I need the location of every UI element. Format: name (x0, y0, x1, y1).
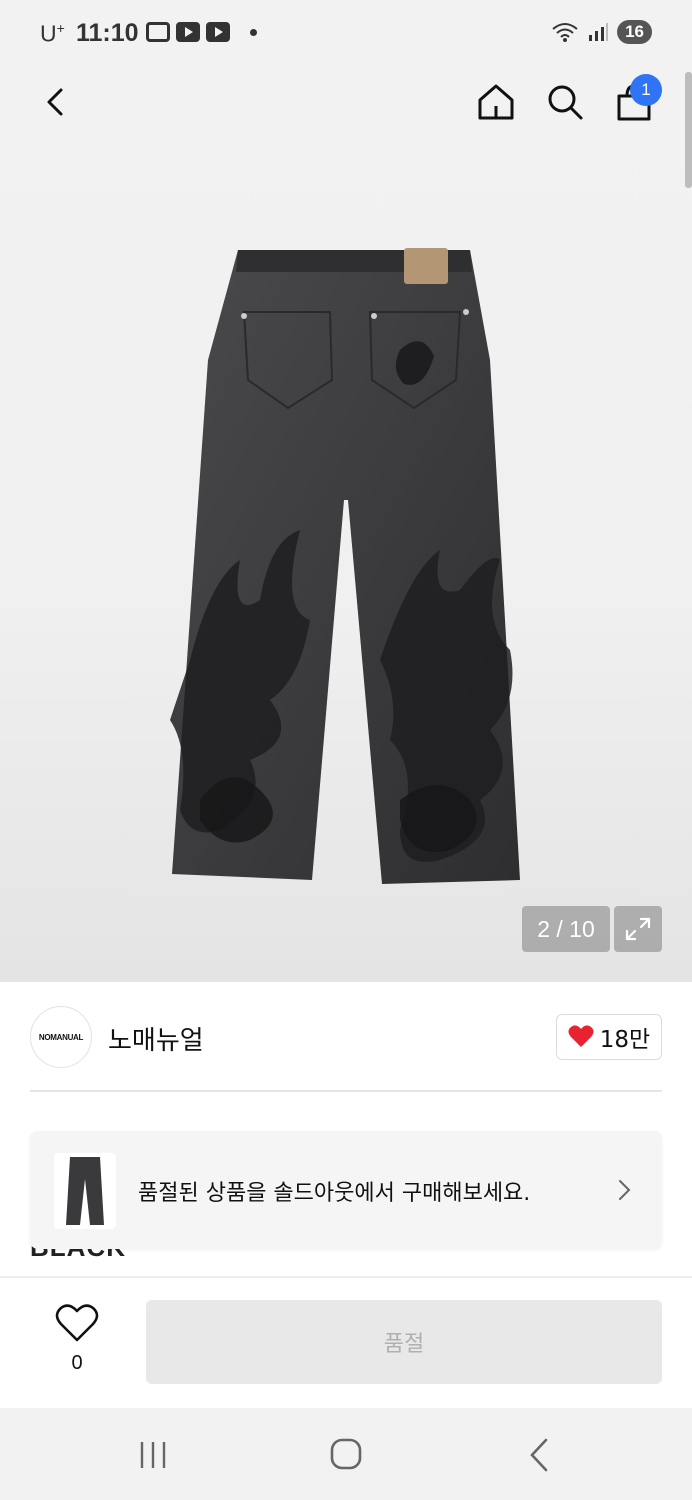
recent-apps-icon[interactable] (130, 1432, 176, 1478)
expand-image-button[interactable] (614, 906, 662, 952)
youtube-icon (176, 22, 200, 42)
system-icons: 16 (551, 20, 652, 44)
back-icon[interactable] (32, 78, 80, 126)
more-notifications-icon (250, 28, 257, 36)
divider (30, 1090, 662, 1092)
carrier-label: U+ (40, 20, 65, 47)
soldout-banner[interactable]: 품절된 상품을 솔드아웃에서 구매해보세요. (30, 1131, 662, 1249)
wifi-icon (552, 23, 578, 42)
youtube-icon (206, 22, 230, 42)
battery-level: 16 (617, 20, 652, 44)
status-bar: U+ 11:10 16 (0, 0, 692, 66)
home-button-icon[interactable] (322, 1430, 370, 1478)
product-image (170, 248, 520, 884)
banner-text: 품절된 상품을 솔드아웃에서 구매해보세요. (138, 1181, 531, 1206)
product-image-gallery[interactable]: 2 / 10 (0, 0, 692, 982)
brand-row: NOMANUAL 노매뉴얼 18만 (0, 982, 692, 1092)
heart-outline-icon (55, 1304, 99, 1342)
image-counter: 2 / 10 (522, 906, 610, 952)
signal-icon (589, 23, 609, 41)
cart-count-badge: 1 (630, 74, 662, 106)
status-time: 11:10 (76, 19, 139, 47)
brand-like-count: 18만 (599, 1027, 651, 1053)
product-page: 2 / 10 U+ 11:10 16 1 NOMANUAL 노매뉴얼 18만 품… (0, 0, 692, 1500)
banner-product-thumbnail (54, 1153, 116, 1229)
brand-like-button[interactable]: 18만 (556, 1014, 662, 1060)
brand-logo[interactable]: NOMANUAL (30, 1006, 92, 1068)
notification-icons (146, 22, 257, 42)
divider (0, 1276, 692, 1278)
screen-capture-icon (146, 22, 170, 42)
top-navigation: 1 (0, 72, 692, 136)
expand-icon (625, 917, 651, 941)
soldout-button[interactable]: 품절 (146, 1300, 662, 1384)
android-navigation-bar (0, 1408, 692, 1500)
home-icon[interactable] (472, 78, 520, 126)
system-back-icon[interactable] (518, 1432, 564, 1478)
heart-filled-icon (568, 1025, 594, 1047)
chevron-right-icon (619, 1180, 631, 1200)
brand-name[interactable]: 노매뉴얼 (108, 1020, 204, 1057)
search-icon[interactable] (541, 78, 589, 126)
wishlist-count: 0 (71, 1352, 83, 1374)
